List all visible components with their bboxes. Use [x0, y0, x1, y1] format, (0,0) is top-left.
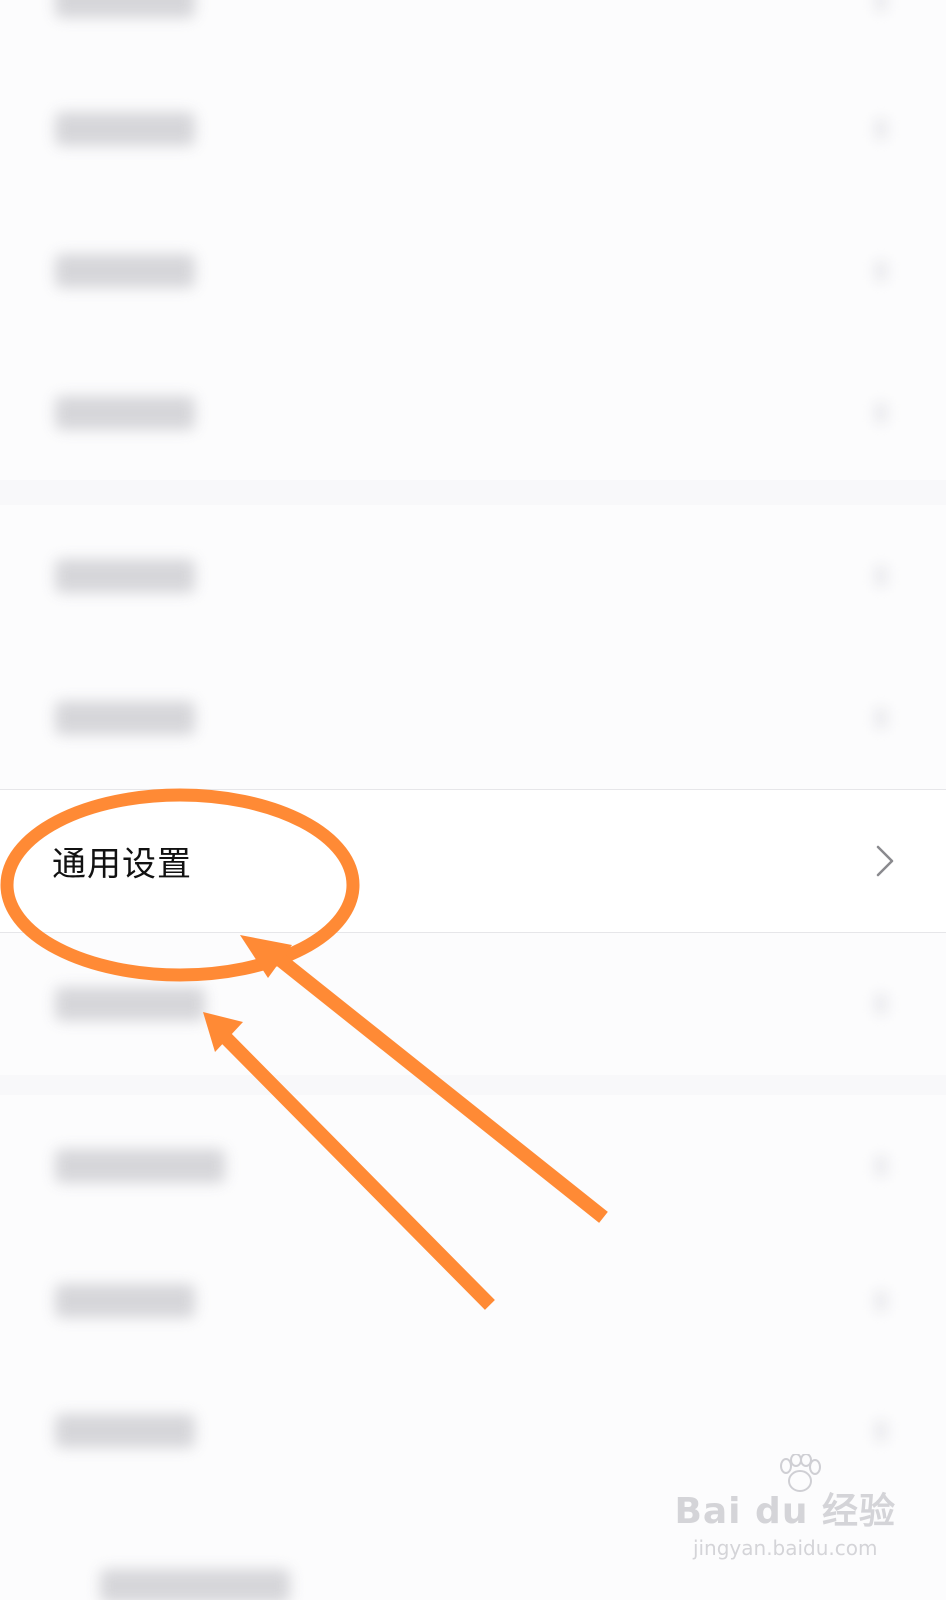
blurred-label	[55, 559, 195, 593]
chevron-right-icon	[874, 402, 888, 424]
blurred-row[interactable]	[0, 1095, 946, 1237]
blurred-label	[55, 1149, 225, 1183]
chevron-right-icon	[874, 0, 888, 12]
watermark: Bai du 经验 jingyan.baidu.com	[674, 1454, 896, 1560]
blurred-row[interactable]	[0, 505, 946, 647]
chevron-right-icon	[874, 993, 888, 1015]
blurred-row[interactable]	[0, 342, 946, 484]
settings-group-1	[0, 0, 946, 480]
blurred-label	[55, 112, 195, 146]
settings-screen: 通用设置 Bai du 经验 jingyan.baidu.com	[0, 0, 946, 1600]
blurred-label	[55, 254, 195, 288]
blurred-label	[55, 0, 195, 18]
chevron-right-icon	[874, 707, 888, 729]
chevron-right-icon	[876, 845, 894, 877]
blurred-label	[55, 701, 195, 735]
blurred-label	[55, 987, 205, 1021]
blurred-label	[55, 1414, 195, 1448]
watermark-domain: jingyan.baidu.com	[692, 1536, 878, 1560]
blurred-row[interactable]	[0, 200, 946, 342]
chevron-right-icon	[874, 1155, 888, 1177]
general-settings-label: 通用设置	[52, 844, 192, 885]
chevron-right-icon	[874, 118, 888, 140]
chevron-right-icon	[874, 260, 888, 282]
blurred-label	[100, 1569, 290, 1600]
blurred-row[interactable]	[0, 933, 946, 1075]
blurred-row[interactable]	[0, 647, 946, 789]
general-settings-row[interactable]: 通用设置	[0, 789, 946, 933]
paw-icon	[780, 1454, 821, 1492]
blurred-row[interactable]	[0, 1230, 946, 1372]
settings-group-2: 通用设置	[0, 505, 946, 1075]
blurred-label	[55, 1284, 195, 1318]
blurred-label	[55, 396, 195, 430]
chevron-right-icon	[874, 1290, 888, 1312]
chevron-right-icon	[874, 1420, 888, 1442]
blurred-row[interactable]	[0, 58, 946, 200]
chevron-right-icon	[874, 565, 888, 587]
